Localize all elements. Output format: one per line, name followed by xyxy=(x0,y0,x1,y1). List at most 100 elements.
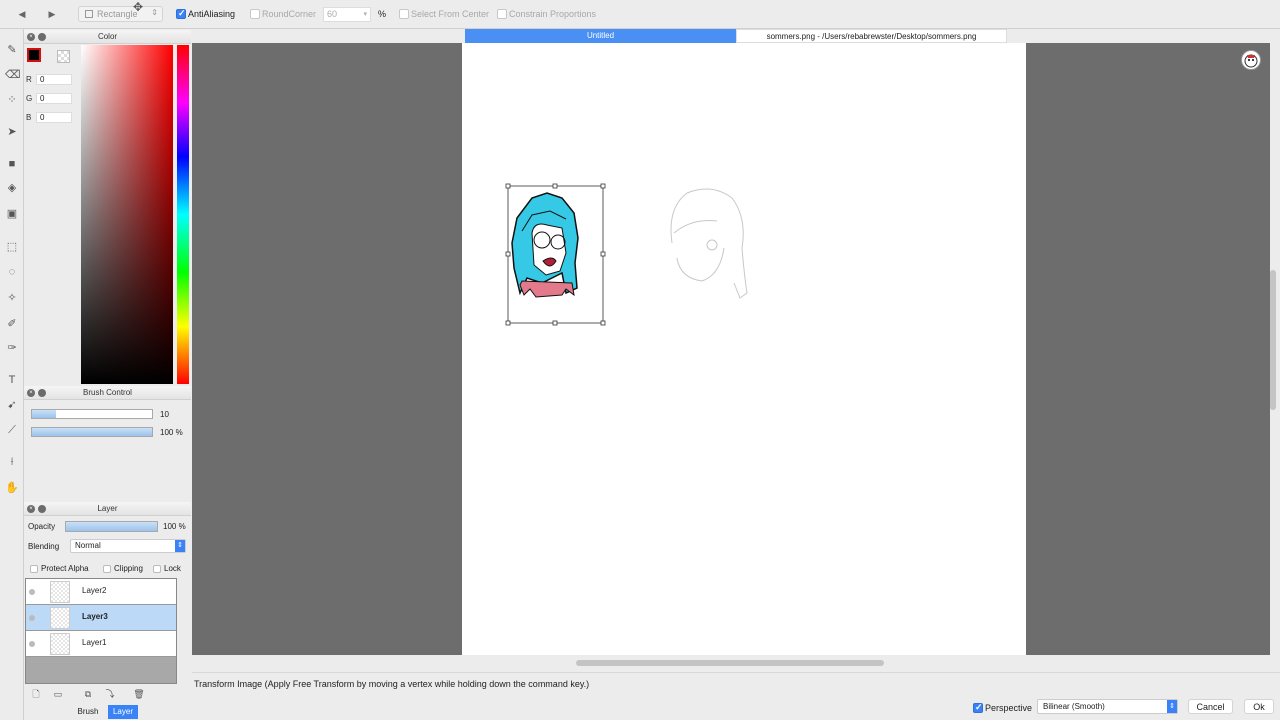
close-icon[interactable]: × xyxy=(27,33,35,41)
new-layer-icon[interactable]: 🗋 xyxy=(30,688,42,700)
layer-thumbnail xyxy=(50,581,70,603)
clipping-label: Clipping xyxy=(114,564,143,573)
canvas-artboard[interactable] xyxy=(462,43,1026,655)
bucket-icon[interactable]: ◈ xyxy=(5,181,19,195)
dots-icon[interactable]: ⁘ xyxy=(5,93,19,107)
move-cursor-icon: ✥ xyxy=(133,0,144,14)
chevron-updown-icon: ⇕ xyxy=(175,540,185,552)
rectangle-icon xyxy=(85,10,93,18)
lasso-icon[interactable]: ◌ xyxy=(5,265,19,279)
roundcorner-input[interactable]: 60 ▾ xyxy=(323,7,371,22)
g-input[interactable]: 0 xyxy=(36,93,72,104)
brush-size-fill xyxy=(32,410,56,418)
perspective-label: Perspective xyxy=(985,703,1033,713)
document-tab-bar: Untitled sommers.png - /Users/rebabrewst… xyxy=(192,29,1280,43)
gradient-icon[interactable]: ▣ xyxy=(5,207,19,221)
merge-layer-icon[interactable]: ⤵ xyxy=(104,688,116,700)
nav-forward-icon[interactable]: ▶ xyxy=(45,7,59,21)
brush-opacity-slider[interactable] xyxy=(31,427,153,437)
canvas-workspace xyxy=(192,43,1270,655)
minimize-icon[interactable] xyxy=(38,389,46,397)
ok-button[interactable]: Ok xyxy=(1244,699,1274,714)
brush-size-slider[interactable] xyxy=(31,409,153,419)
chevron-updown-icon: ⇕ xyxy=(1167,700,1177,713)
vertical-scrollbar[interactable] xyxy=(1270,270,1276,410)
dropper-icon[interactable]: ⟋ xyxy=(5,423,19,437)
new-folder-icon[interactable]: ▭ xyxy=(52,688,64,700)
b-input[interactable]: 0 xyxy=(36,112,72,123)
opacity-label: Opacity xyxy=(28,522,56,531)
layer-opacity-slider[interactable] xyxy=(65,521,158,532)
duplicate-layer-icon[interactable]: ⧉ xyxy=(82,688,94,700)
constrain-proportions-checkbox[interactable] xyxy=(497,9,507,19)
eyedropper-icon[interactable]: ⟊ xyxy=(5,455,19,469)
visibility-icon[interactable] xyxy=(29,589,35,595)
brush-control-panel: × Brush Control 10 100 % xyxy=(24,386,191,502)
protect-alpha-checkbox[interactable] xyxy=(30,565,38,573)
interpolation-select[interactable]: Bilinear (Smooth) ⇕ xyxy=(1037,699,1178,714)
b-label: B xyxy=(26,113,32,122)
layer-row-layer1[interactable]: Layer1 xyxy=(26,631,176,657)
layer-panel-title-text: Layer xyxy=(97,504,118,513)
minimize-icon[interactable] xyxy=(38,505,46,513)
select-from-center-checkbox[interactable] xyxy=(399,9,409,19)
fill-icon[interactable]: ■ xyxy=(5,157,19,171)
visibility-icon[interactable] xyxy=(29,641,35,647)
layer-opacity-value: 100 % xyxy=(163,522,186,531)
constrain-proportions-label: Constrain Proportions xyxy=(509,9,597,19)
transparent-color-swatch[interactable] xyxy=(57,50,70,63)
tool-palette: ✎ ⌫ ⁘ ➤ ■ ◈ ▣ ⬚ ◌ ✧ ✐ ✑ T ➹ ⟋ ⟊ ✋ xyxy=(0,29,24,720)
shape-select[interactable]: Rectangle ⇕ xyxy=(78,6,163,22)
brush-size-value: 10 xyxy=(160,410,169,419)
brush-opacity-fill xyxy=(32,428,152,436)
close-icon[interactable]: × xyxy=(27,389,35,397)
blending-select[interactable]: Normal ⇕ xyxy=(70,539,186,553)
lock-checkbox[interactable] xyxy=(153,565,161,573)
lock-label: Lock xyxy=(164,564,181,573)
cancel-button[interactable]: Cancel xyxy=(1188,699,1233,714)
r-label: R xyxy=(26,75,32,84)
r-input[interactable]: 0 xyxy=(36,74,72,85)
antialiasing-checkbox[interactable] xyxy=(176,8,186,19)
clipping-checkbox[interactable] xyxy=(103,565,111,573)
pen-icon[interactable]: ✎ xyxy=(5,43,19,57)
blending-label: Blending xyxy=(28,542,60,551)
hand-icon[interactable]: ✋ xyxy=(5,481,19,495)
foreground-color-swatch[interactable] xyxy=(27,48,41,62)
minimize-icon[interactable] xyxy=(38,33,46,41)
close-icon[interactable]: × xyxy=(27,505,35,513)
tab-sommers[interactable]: sommers.png - /Users/rebabrewster/Deskto… xyxy=(736,29,1007,43)
top-toolbar: ◀ ▶ Rectangle ⇕ AntiAliasing RoundCorner… xyxy=(0,0,1280,29)
hue-slider[interactable] xyxy=(177,45,189,384)
layer-panel: × Layer Opacity 100 % Blending Normal ⇕ … xyxy=(24,502,191,720)
saturation-value-picker[interactable] xyxy=(81,45,173,384)
horizontal-scrollbar[interactable] xyxy=(576,660,884,666)
operation-icon[interactable]: ➹ xyxy=(5,398,19,412)
color-panel: × Color R 0 G 0 B 0 xyxy=(24,30,191,385)
avatar-icon[interactable] xyxy=(1241,50,1261,70)
pen-tool-icon[interactable]: ✐ xyxy=(5,317,19,331)
transform-status-bar: Transform Image (Apply Free Transform by… xyxy=(192,672,1280,720)
eraser-icon[interactable]: ⌫ xyxy=(5,68,21,82)
character-drawing-colored[interactable] xyxy=(511,192,579,298)
select-rect-icon[interactable]: ⬚ xyxy=(5,240,19,254)
roundcorner-checkbox[interactable] xyxy=(250,9,260,19)
nav-back-icon[interactable]: ◀ xyxy=(15,7,29,21)
magic-wand-icon[interactable]: ✧ xyxy=(5,291,19,305)
select-pen-icon[interactable]: ✑ xyxy=(5,341,19,355)
perspective-checkbox[interactable] xyxy=(973,702,983,713)
roundcorner-value: 60 xyxy=(327,9,338,19)
brush-panel-title-text: Brush Control xyxy=(83,388,132,397)
layer-row-layer2[interactable]: Layer2 xyxy=(26,579,176,605)
color-panel-title-text: Color xyxy=(97,32,118,41)
brush-panel-title: × Brush Control xyxy=(24,386,191,400)
brush-opacity-value: 100 % xyxy=(160,428,183,437)
tab-layer[interactable]: Layer xyxy=(108,705,138,719)
delete-layer-icon[interactable]: 🗑 xyxy=(133,688,145,700)
text-icon[interactable]: T xyxy=(5,373,19,387)
visibility-icon[interactable] xyxy=(29,615,35,621)
move-icon[interactable]: ➤ xyxy=(5,125,19,139)
tab-brush[interactable]: Brush xyxy=(70,705,106,719)
tab-untitled[interactable]: Untitled xyxy=(465,29,736,43)
layer-row-layer3[interactable]: Layer3 xyxy=(26,605,176,631)
